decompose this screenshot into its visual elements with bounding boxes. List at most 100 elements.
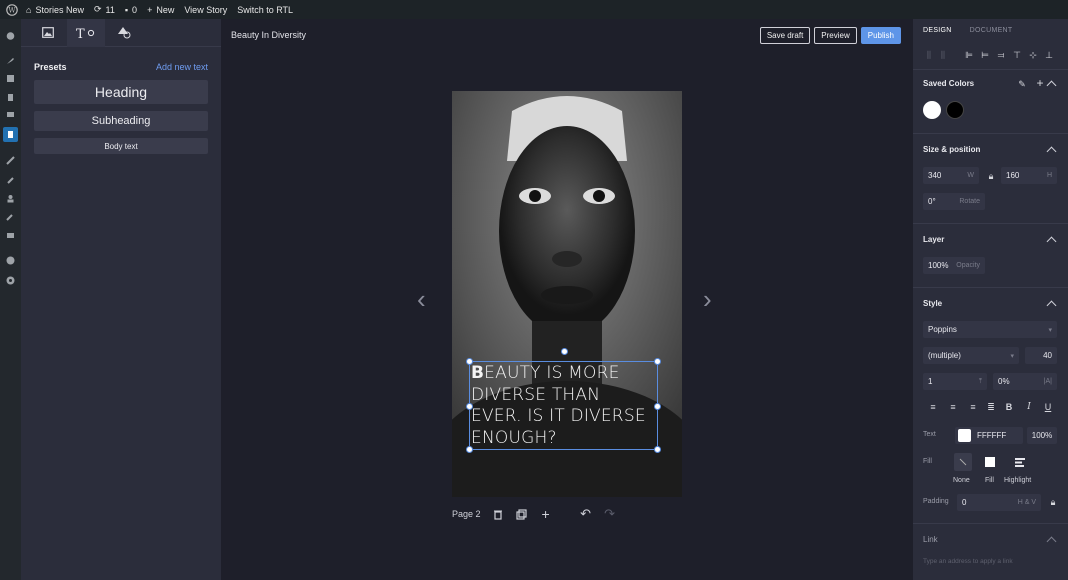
align-top-icon[interactable]: ⊤ (1011, 49, 1023, 61)
preset-subheading[interactable]: Subheading (34, 111, 208, 131)
text-align-left-icon[interactable]: ≡ (927, 401, 939, 413)
resize-handle-l[interactable] (466, 403, 473, 410)
bold-icon[interactable]: B (1003, 401, 1015, 413)
rotate-input[interactable]: 0° Rotate (923, 193, 985, 210)
chevron-up-icon[interactable] (1046, 536, 1057, 547)
preset-heading[interactable]: Heading (34, 80, 208, 104)
tab-media[interactable] (29, 19, 67, 47)
fill-option-fill[interactable]: Fill (985, 477, 994, 484)
text-icon: T (76, 27, 95, 39)
font-family-select[interactable]: Poppins ▾ (923, 321, 1057, 338)
text-line: ENOUGH? (471, 427, 557, 448)
color-swatch-black[interactable] (946, 101, 964, 119)
link-input-placeholder[interactable]: Type an address to apply a link (923, 558, 1013, 565)
tab-document[interactable]: DOCUMENT (970, 27, 1013, 34)
comments-icon[interactable] (3, 108, 18, 123)
pages-icon[interactable] (3, 90, 18, 105)
resize-handle-br[interactable] (654, 446, 661, 453)
add-page-icon[interactable]: + (539, 506, 553, 522)
fill-option-none[interactable]: None (953, 477, 970, 484)
preview-button[interactable]: Preview (814, 27, 857, 44)
appearance-icon[interactable] (3, 153, 18, 168)
opacity-input[interactable]: 100% Opacity (923, 257, 985, 274)
height-input[interactable]: 160 H (1001, 167, 1057, 184)
fill-option-highlight[interactable]: Highlight (1004, 477, 1031, 484)
fill-solid-icon[interactable] (985, 457, 995, 467)
font-size-input[interactable]: 40 (1025, 347, 1057, 364)
next-page-arrow-icon[interactable]: › (703, 284, 712, 315)
text-color-swatch[interactable] (958, 429, 971, 442)
align-left-disabled-icon[interactable]: ⫼ (923, 49, 935, 61)
padding-input[interactable]: 0H & V (957, 494, 1041, 511)
add-color-icon[interactable]: + (1034, 76, 1046, 90)
tab-shapes[interactable] (105, 19, 143, 47)
align-middle-icon[interactable]: ⊹ (1027, 49, 1039, 61)
play-circle-icon[interactable] (3, 253, 18, 268)
story-page[interactable]: BEAUTY IS MORE DIVERSE THAN EVER. IS IT … (452, 91, 682, 497)
align-left-icon[interactable]: ⊫ (963, 49, 975, 61)
text-align-center-icon[interactable]: ≡ (947, 401, 959, 413)
redo-icon[interactable]: ↷ (603, 506, 617, 521)
story-text[interactable]: BEAUTY IS MORE DIVERSE THAN EVER. IS IT … (471, 363, 657, 449)
resize-handle-bl[interactable] (466, 446, 473, 453)
save-draft-button[interactable]: Save draft (759, 27, 811, 44)
color-swatch-white[interactable] (923, 101, 941, 119)
settings-icon[interactable] (3, 228, 18, 243)
edit-pencil-icon[interactable]: ✎ (1016, 78, 1028, 90)
text-align-justify-icon[interactable]: ≣ (985, 401, 997, 413)
comment-icon: ▪ (124, 4, 129, 15)
users-icon[interactable] (3, 191, 18, 206)
switch-rtl-link[interactable]: Switch to RTL (237, 0, 293, 19)
text-element[interactable]: BEAUTY IS MORE DIVERSE THAN EVER. IS IT … (466, 348, 661, 453)
chevron-up-icon[interactable] (1046, 80, 1057, 91)
lock-ratio-icon[interactable]: 🔒︎ (985, 170, 997, 182)
font-weight-select[interactable]: (multiple) ▾ (923, 347, 1019, 364)
chevron-up-icon[interactable] (1046, 146, 1057, 157)
underline-icon[interactable]: U (1042, 401, 1054, 413)
chevron-up-icon[interactable] (1046, 300, 1057, 311)
align-center-disabled-icon[interactable]: ⫼ (937, 49, 949, 61)
align-right-icon[interactable]: ⫤ (995, 49, 1007, 61)
fill-none-button[interactable] (954, 453, 972, 471)
rotate-handle[interactable] (561, 348, 568, 355)
italic-icon[interactable]: I (1023, 401, 1035, 413)
line-height-input[interactable]: 1 ⤒ (923, 373, 987, 390)
align-bottom-icon[interactable]: ⊥ (1043, 49, 1055, 61)
plugins-icon[interactable] (3, 172, 18, 187)
highlight-icon[interactable] (1015, 457, 1025, 467)
tools-icon[interactable] (3, 209, 18, 224)
chevron-up-icon[interactable] (1046, 236, 1057, 247)
resize-handle-r[interactable] (654, 403, 661, 410)
preset-body-text[interactable]: Body text (34, 138, 208, 154)
align-center-icon[interactable]: ⊨ (979, 49, 991, 61)
tab-design[interactable]: DESIGN (923, 27, 952, 34)
view-story-link[interactable]: View Story (184, 0, 227, 19)
collapse-menu-icon[interactable] (3, 273, 18, 288)
width-input[interactable]: 340 W (923, 167, 979, 184)
padding-label: Padding (923, 498, 949, 505)
wordpress-logo-icon[interactable]: W (0, 0, 24, 19)
resize-handle-tl[interactable] (466, 358, 473, 365)
delete-page-icon[interactable] (491, 507, 505, 521)
add-new-text-link[interactable]: Add new text (156, 62, 208, 72)
duplicate-page-icon[interactable] (515, 507, 529, 521)
updates-link[interactable]: ⟳ 11 (94, 0, 115, 19)
media-icon[interactable] (3, 71, 18, 86)
undo-icon[interactable]: ↶ (579, 506, 593, 521)
letter-spacing-input[interactable]: 0% |A| (993, 373, 1057, 390)
comments-link[interactable]: ▪ 0 (125, 0, 137, 19)
text-color-input[interactable]: FFFFFF (955, 427, 1023, 444)
story-title[interactable]: Beauty In Diversity (231, 30, 306, 40)
text-opacity-input[interactable]: 100% (1027, 427, 1057, 444)
new-content-link[interactable]: + New (147, 0, 174, 19)
stories-icon[interactable] (3, 127, 18, 142)
publish-button[interactable]: Publish (860, 27, 901, 44)
padding-lock-icon[interactable]: 🔒︎ (1047, 496, 1059, 508)
pin-icon[interactable] (3, 53, 18, 68)
dashboard-icon[interactable] (3, 28, 18, 43)
tab-text[interactable]: T (67, 18, 105, 47)
site-name-link[interactable]: ⌂ Stories New (26, 0, 84, 19)
resize-handle-tr[interactable] (654, 358, 661, 365)
text-align-right-icon[interactable]: ≡ (967, 401, 979, 413)
prev-page-arrow-icon[interactable]: ‹ (417, 284, 426, 315)
